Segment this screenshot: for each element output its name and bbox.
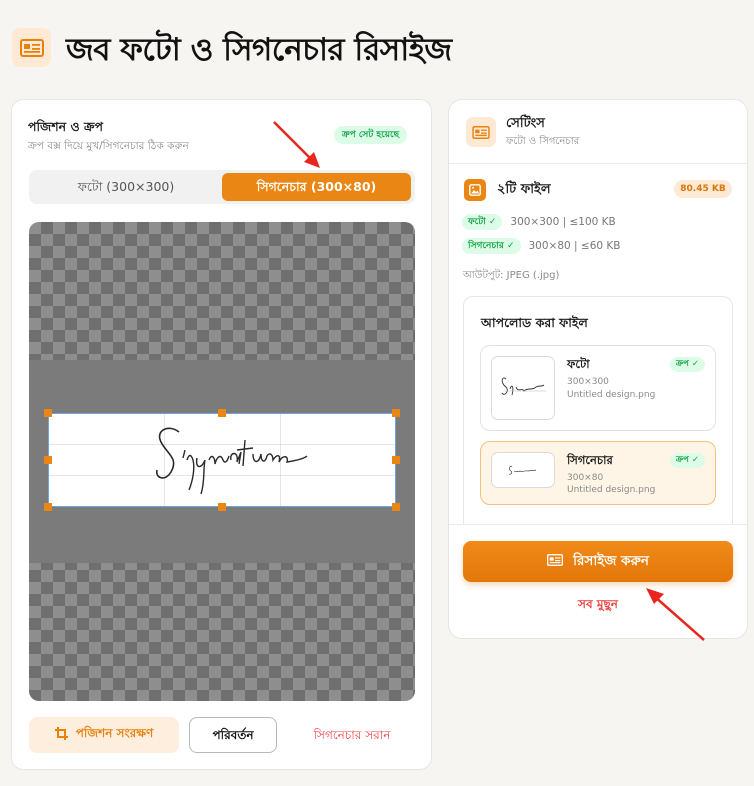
photo-spec-row: ফটো ✓ 300×300 | ≤100 KB — [462, 214, 616, 230]
signature-spec-text: 300×80 | ≤60 KB — [528, 240, 621, 252]
file-dims: 300×300 — [567, 377, 609, 387]
photo-spec-tag: ফটো ✓ — [462, 214, 503, 230]
divider — [449, 163, 747, 164]
signature-spec-tag: সিগনেচার ✓ — [462, 238, 521, 254]
id-card-icon — [547, 553, 564, 570]
crop-handle-left[interactable] — [44, 456, 52, 464]
output-format: আউটপুট: JPEG (.jpg) — [463, 270, 560, 281]
signature-thumbnail — [491, 452, 555, 488]
crop-handle-top-left[interactable] — [44, 409, 52, 417]
image-icon — [464, 179, 486, 201]
panel-subtitle: ক্রপ বক্স দিয়ে মুখ/সিগনেচার ঠিক করুন — [28, 140, 189, 152]
crop-handle-top[interactable] — [218, 409, 226, 417]
file-card-signature[interactable]: সিগনেচার 300×80 Untitled design.png ক্রপ… — [480, 441, 716, 505]
change-button[interactable]: পরিবর্তন — [189, 717, 277, 753]
file-name-photo: ফটো — [567, 357, 590, 371]
panel-title: পজিশন ও ক্রপ — [28, 119, 103, 134]
settings-subtitle: ফটো ও সিগনেচার — [506, 136, 580, 147]
crop-handle-bottom[interactable] — [218, 503, 226, 511]
save-position-button[interactable]: পজিশন সংরক্ষণ — [29, 717, 179, 753]
photo-thumbnail — [491, 356, 555, 420]
settings-panel: সেটিংস ফটো ও সিগনেচার ২টি ফাইল 80.45 KB … — [448, 99, 748, 639]
photo-spec-text: 300×300 | ≤100 KB — [510, 216, 616, 228]
tab-signature[interactable]: সিগনেচার (300×80) — [222, 173, 411, 201]
crop-status-pill: ক্রপ ✓ — [670, 453, 705, 468]
page-title: জব ফটো ও সিগনেচার রিসাইজ — [66, 32, 452, 68]
crop-handle-bottom-left[interactable] — [44, 503, 52, 511]
save-position-label: পজিশন সংরক্ষণ — [75, 726, 154, 740]
file-name-signature: সিগনেচার — [567, 453, 613, 467]
annotation-arrow-icon — [273, 121, 320, 168]
position-crop-panel: পজিশন ও ক্রপ ক্রপ বক্স দিয়ে মুখ/সিগনেচা… — [11, 99, 432, 770]
crop-handle-bottom-right[interactable] — [392, 503, 400, 511]
signature-image — [155, 427, 308, 495]
remove-signature-button[interactable]: সিগনেচার সরান — [292, 717, 412, 753]
settings-title: সেটিংস — [506, 116, 545, 131]
total-size-badge: 80.45 KB — [674, 180, 732, 198]
file-filename: Untitled design.png — [567, 390, 656, 400]
uploaded-files-title: আপলোড করা ফাইল — [481, 315, 588, 330]
mode-tabs: ফটো (300×300) সিগনেচার (300×80) — [29, 170, 415, 204]
file-dims: 300×80 — [567, 473, 604, 483]
file-card-photo[interactable]: ফটো 300×300 Untitled design.png ক্রপ ✓ — [480, 345, 716, 431]
files-count: ২টি ফাইল — [497, 182, 551, 197]
annotation-arrow-icon — [646, 588, 705, 641]
resize-button-label: রিসাইজ করুন — [573, 553, 649, 569]
crop-status-pill: ক্রপ ✓ — [670, 357, 705, 372]
crop-handle-top-right[interactable] — [392, 409, 400, 417]
id-card-icon — [12, 28, 51, 67]
uploaded-files-box: আপলোড করা ফাইল ফটো 300×300 Untitled desi… — [463, 296, 733, 524]
signature-spec-row: সিগনেচার ✓ 300×80 | ≤60 KB — [462, 238, 621, 254]
resize-button[interactable]: রিসাইজ করুন — [463, 541, 733, 582]
crop-box[interactable] — [48, 413, 396, 507]
divider — [449, 524, 747, 525]
tab-photo[interactable]: ফটো (300×300) — [33, 173, 219, 201]
crop-canvas[interactable] — [29, 222, 415, 701]
id-card-icon — [466, 117, 496, 147]
crop-icon — [54, 727, 68, 743]
crop-status-badge: ক্রপ সেট হয়েছে — [334, 126, 408, 144]
file-filename: Untitled design.png — [567, 485, 656, 495]
crop-handle-right[interactable] — [392, 456, 400, 464]
